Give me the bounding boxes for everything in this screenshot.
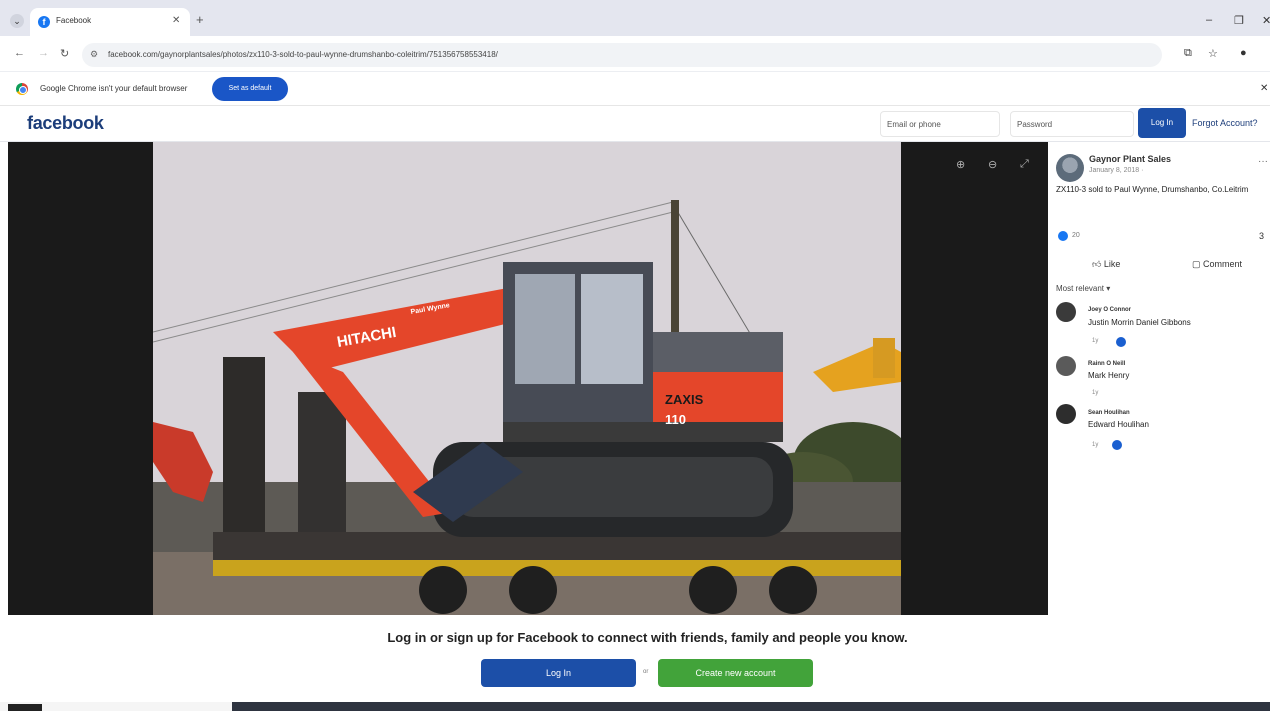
- chrome-logo-icon: [16, 83, 28, 95]
- comment-reaction-icon: [1116, 337, 1126, 347]
- forward-icon[interactable]: →: [38, 47, 49, 59]
- reload-icon[interactable]: ↻: [60, 47, 69, 60]
- excavator-photo-image: HITACHI Paul Wynne ZAXIS 110: [153, 142, 901, 615]
- facebook-header: facebook Email or phone Password Log In …: [0, 106, 1270, 142]
- comment-text: Edward Houlihan: [1088, 420, 1149, 429]
- set-as-default-button[interactable]: Set as default: [212, 77, 288, 101]
- address-bar[interactable]: ⚙ facebook.com/gaynorplantsales/photos/z…: [82, 43, 1162, 67]
- restore-icon[interactable]: ❐: [1234, 14, 1244, 27]
- comment-avatar[interactable]: [1056, 404, 1076, 424]
- default-browser-infobar: Google Chrome isn't your default browser…: [0, 72, 1270, 106]
- comment-avatar[interactable]: [1056, 302, 1076, 322]
- close-window-icon[interactable]: ✕: [1262, 14, 1270, 27]
- site-info-icon[interactable]: ⚙: [90, 49, 98, 60]
- minimize-icon[interactable]: –: [1206, 14, 1212, 26]
- facebook-favicon-icon: f: [38, 16, 50, 28]
- start-button[interactable]: [8, 704, 42, 711]
- url-text[interactable]: facebook.com/gaynorplantsales/photos/zx1…: [108, 50, 498, 59]
- comment-author[interactable]: Joey O Connor: [1088, 307, 1131, 313]
- excavator-photo[interactable]: HITACHI Paul Wynne ZAXIS 110: [153, 142, 901, 615]
- cast-icon[interactable]: ⧉: [1184, 47, 1192, 60]
- comment-time[interactable]: 1y: [1092, 338, 1098, 344]
- photo-viewer: HITACHI Paul Wynne ZAXIS 110 ⊕ ⊖ ⤢: [8, 142, 1048, 615]
- tab-search-icon[interactable]: ⌄: [10, 14, 24, 28]
- profile-icon[interactable]: ●: [1240, 47, 1247, 59]
- like-button-label: Like: [1103, 259, 1121, 269]
- header-login-button[interactable]: Log In: [1138, 108, 1186, 138]
- comment-sort-dropdown[interactable]: Most relevant ▾: [1056, 284, 1110, 293]
- zoom-out-icon[interactable]: ⊖: [988, 158, 997, 171]
- post-caption: ZX110-3 sold to Paul Wynne, Drumshanbo, …: [1056, 185, 1249, 194]
- zaxis-text: ZAXIS: [665, 392, 704, 407]
- tab-title: Facebook: [56, 16, 92, 25]
- fullscreen-icon[interactable]: ⤢: [1020, 158, 1029, 171]
- close-infobar-icon[interactable]: ✕: [1260, 83, 1268, 94]
- like-reaction-icon: [1058, 231, 1068, 241]
- post-date[interactable]: January 8, 2018 ·: [1089, 167, 1143, 174]
- taskbar: [232, 702, 1270, 711]
- or-separator: or: [643, 669, 649, 675]
- comment-time[interactable]: 1y: [1092, 442, 1098, 448]
- comment-button[interactable]: ▢ Comment: [1192, 259, 1242, 270]
- comment-button-label: Comment: [1203, 259, 1243, 269]
- thumbs-up-icon: 👍︎: [1092, 259, 1104, 269]
- page-name[interactable]: Gaynor Plant Sales: [1089, 154, 1171, 164]
- forgot-account-link[interactable]: Forgot Account?: [1192, 118, 1258, 128]
- facebook-logo[interactable]: facebook: [27, 113, 104, 134]
- comment-author[interactable]: Sean Houlihan: [1088, 410, 1130, 416]
- close-tab-icon[interactable]: ✕: [172, 15, 180, 26]
- like-count[interactable]: 20: [1072, 232, 1080, 239]
- comment-time[interactable]: 1y: [1092, 390, 1098, 396]
- comment-reaction-icon: [1112, 440, 1122, 450]
- infobar-message: Google Chrome isn't your default browser: [40, 84, 188, 93]
- comment-icon: ▢: [1192, 259, 1204, 269]
- share-count[interactable]: 3: [1259, 231, 1264, 241]
- like-button[interactable]: 👍︎ Like: [1092, 259, 1120, 270]
- signup-prompt: Log in or sign up for Facebook to connec…: [387, 630, 908, 645]
- comment-author[interactable]: Rainn O Neill: [1088, 361, 1125, 367]
- bookmark-star-icon[interactable]: ☆: [1208, 47, 1218, 60]
- more-options-icon[interactable]: ···: [1258, 156, 1268, 167]
- comment-text: Mark Henry: [1088, 371, 1130, 380]
- back-icon[interactable]: ←: [14, 47, 25, 59]
- browser-tab-strip: ⌄ f Facebook ✕ + – ❐ ✕: [0, 0, 1270, 36]
- bottom-login-button[interactable]: Log In: [481, 659, 636, 687]
- browser-toolbar: ← → ↻ ⚙ facebook.com/gaynorplantsales/ph…: [0, 36, 1270, 72]
- model-number-text: 110: [665, 412, 686, 427]
- comment-text: Justin Morrin Daniel Gibbons: [1088, 318, 1191, 327]
- create-account-button[interactable]: Create new account: [658, 659, 813, 687]
- page-avatar[interactable]: [1056, 154, 1084, 182]
- new-tab-icon[interactable]: +: [196, 12, 204, 27]
- post-details-panel: Gaynor Plant Sales January 8, 2018 · ···…: [1050, 142, 1270, 615]
- email-field[interactable]: Email or phone: [880, 111, 1000, 137]
- comment-avatar[interactable]: [1056, 356, 1076, 376]
- zoom-in-icon[interactable]: ⊕: [956, 158, 965, 171]
- password-field[interactable]: Password: [1010, 111, 1134, 137]
- browser-tab[interactable]: f Facebook ✕: [30, 8, 190, 36]
